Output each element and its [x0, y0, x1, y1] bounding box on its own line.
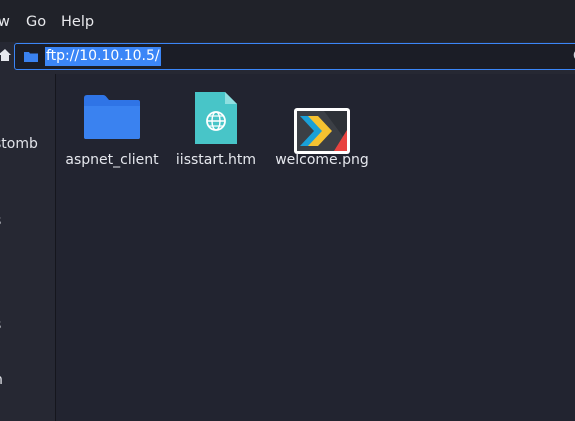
file-name: iisstart.htm	[175, 152, 257, 168]
sidebar: stomb s s n	[0, 74, 56, 421]
sidebar-item-4[interactable]: n	[0, 372, 3, 388]
home-icon[interactable]	[0, 46, 11, 62]
menu-go[interactable]: Go	[26, 14, 46, 30]
folder-icon	[24, 52, 38, 62]
file-item-welcome-png[interactable]: welcome.png	[267, 90, 377, 180]
file-name: aspnet_client	[65, 152, 159, 168]
location-toolbar: ftp://10.10.10.5/ C	[0, 42, 575, 74]
sidebar-item-3[interactable]: s	[0, 317, 1, 333]
file-view: aspnet_client iisstart.htm welcome.png	[56, 74, 575, 421]
html-file-icon	[195, 92, 237, 144]
folder-icon	[84, 95, 140, 139]
menu-bar: w Go Help	[0, 0, 575, 42]
menu-view[interactable]: w	[0, 14, 10, 30]
location-bar[interactable]: ftp://10.10.10.5/ C	[14, 43, 575, 70]
file-name: welcome.png	[275, 152, 369, 168]
image-file-icon	[294, 108, 350, 154]
file-item-iisstart[interactable]: iisstart.htm	[161, 90, 271, 180]
file-item-aspnet-client[interactable]: aspnet_client	[57, 90, 167, 180]
sidebar-item-2[interactable]: s	[0, 213, 1, 229]
menu-help[interactable]: Help	[61, 14, 94, 30]
location-input[interactable]: ftp://10.10.10.5/	[45, 47, 161, 66]
sidebar-item-1[interactable]: stomb	[0, 136, 38, 152]
